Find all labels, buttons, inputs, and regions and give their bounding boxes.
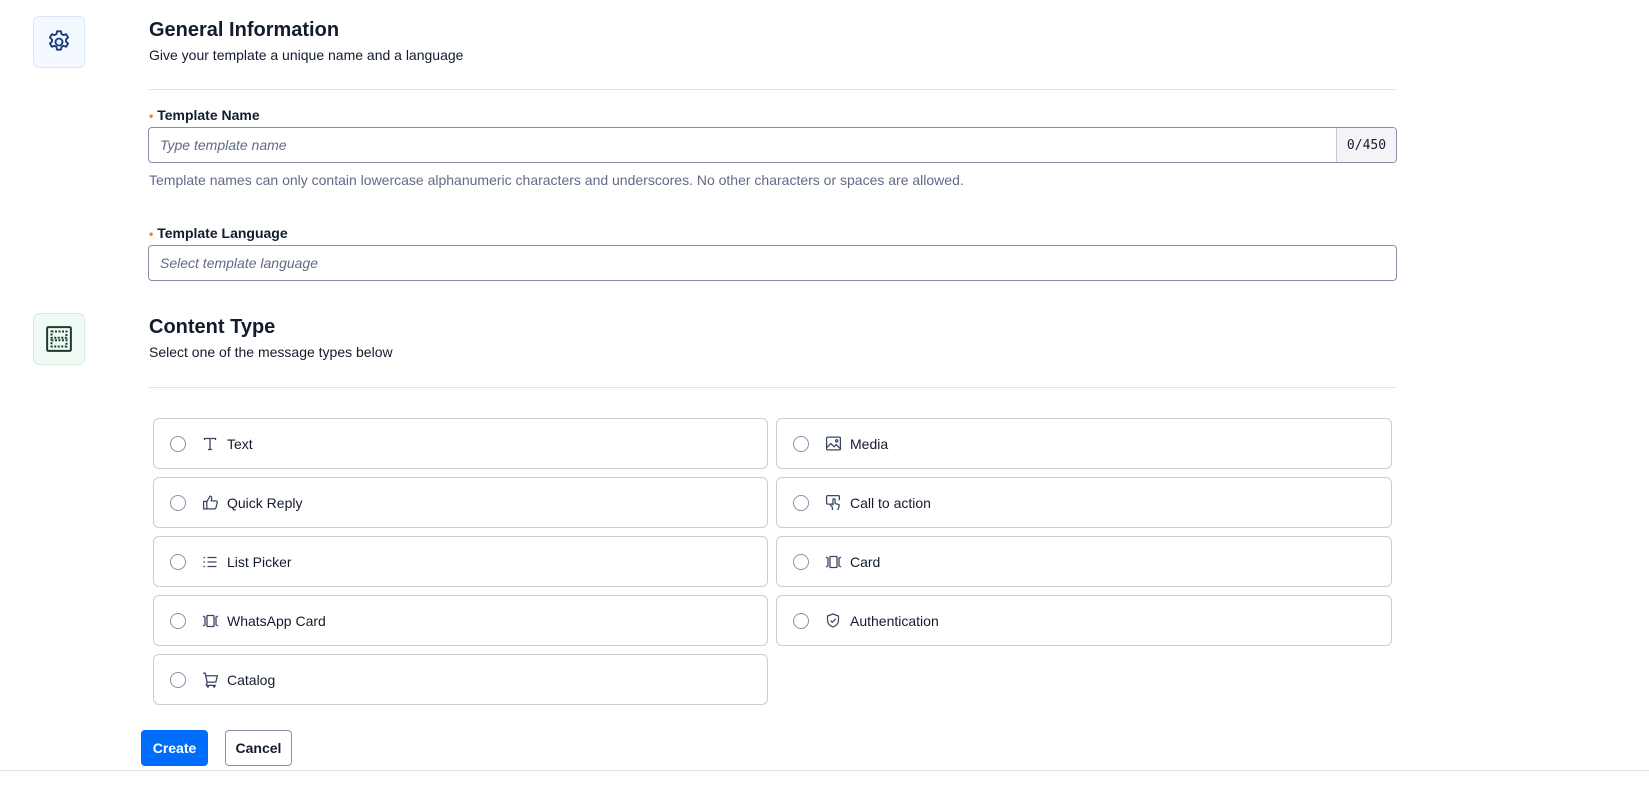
create-button[interactable]: Create (141, 730, 208, 766)
radio-button[interactable] (170, 494, 186, 511)
template-name-input[interactable] (149, 128, 1336, 162)
shield-check-icon (824, 612, 842, 630)
option-quick-reply[interactable]: Quick Reply (153, 477, 768, 528)
radio-button[interactable] (793, 435, 809, 452)
template-name-field: 0/450 (148, 127, 1397, 163)
gear-icon (33, 16, 85, 68)
option-catalog[interactable]: Catalog (153, 654, 768, 705)
card-icon (824, 553, 842, 571)
template-name-label: • Template Name (149, 107, 260, 123)
option-authentication[interactable]: Authentication (776, 595, 1392, 646)
divider (149, 387, 1396, 388)
option-call-to-action[interactable]: Call to action (776, 477, 1392, 528)
card-icon (201, 612, 219, 630)
radio-button[interactable] (793, 494, 809, 511)
cancel-button[interactable]: Cancel (225, 730, 292, 766)
content-type-subtitle: Select one of the message types below (149, 344, 393, 360)
radio-button[interactable] (793, 612, 809, 629)
divider (149, 89, 1396, 90)
radio-button[interactable] (170, 612, 186, 629)
option-label: Quick Reply (227, 494, 303, 511)
option-label: Authentication (850, 612, 939, 629)
radio-button[interactable] (170, 435, 186, 452)
template-language-label: • Template Language (149, 225, 288, 241)
option-label: Card (850, 553, 881, 570)
content-layout-icon (33, 313, 85, 365)
option-whatsapp-card[interactable]: WhatsApp Card (153, 595, 768, 646)
template-language-select[interactable]: Select template language (148, 245, 1397, 281)
content-type-title: Content Type (149, 316, 276, 338)
text-icon (201, 435, 219, 453)
option-label: Media (850, 435, 889, 452)
content-type-options: Text Media Quick Reply Call to action Li… (153, 418, 1392, 705)
radio-button[interactable] (793, 553, 809, 570)
general-info-subtitle: Give your template a unique name and a l… (149, 47, 464, 63)
option-card[interactable]: Card (776, 536, 1392, 587)
list-icon (201, 553, 219, 571)
cart-icon (201, 671, 219, 689)
option-label: Text (227, 435, 253, 452)
template-name-help-text: Template names can only contain lowercas… (149, 172, 964, 188)
option-list-picker[interactable]: List Picker (153, 536, 768, 587)
option-label: WhatsApp Card (227, 612, 326, 629)
image-icon (824, 435, 842, 453)
footer-divider (0, 770, 1649, 771)
tap-icon (824, 494, 842, 512)
general-info-title: General Information (149, 19, 340, 41)
option-label: Call to action (850, 494, 931, 511)
option-media[interactable]: Media (776, 418, 1392, 469)
create-template-page: General Information Give your template a… (0, 0, 1649, 811)
option-label: List Picker (227, 553, 292, 570)
radio-button[interactable] (170, 671, 186, 688)
character-counter: 0/450 (1336, 128, 1396, 162)
required-indicator: • (149, 227, 154, 241)
option-text[interactable]: Text (153, 418, 768, 469)
radio-button[interactable] (170, 553, 186, 570)
option-label: Catalog (227, 671, 276, 688)
thumbs-up-icon (201, 494, 219, 512)
required-indicator: • (149, 109, 154, 123)
